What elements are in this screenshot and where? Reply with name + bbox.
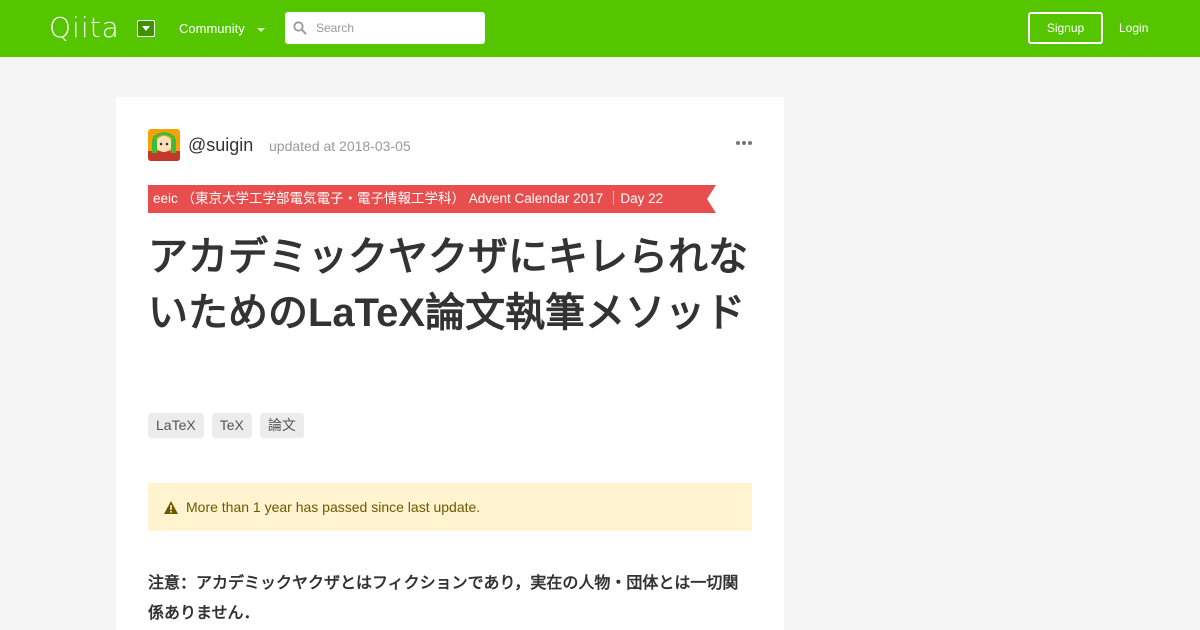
qiita-logo[interactable]: Qiita [49,12,120,44]
outdated-notice: More than 1 year has passed since last u… [148,483,752,531]
tag-ronbun[interactable]: 論文 [259,413,304,438]
warning-icon [164,500,178,514]
tag-tex[interactable]: TeX [211,413,252,438]
ribbon-tail [702,185,716,213]
advent-calendar-ribbon[interactable]: eeic （東京大学工学部電気電子・電子情報工学科） Advent Calend… [148,185,716,213]
tag-list: LaTeX TeX 論文 [148,413,304,438]
community-label: Community [179,21,245,36]
article-title: アカデミックヤクザにキレられないためのLaTeX論文執筆メソッド [148,235,748,335]
logo-dropdown-button[interactable] [137,20,155,37]
login-link[interactable]: Login [1119,20,1148,36]
author-name[interactable]: @suigin [188,134,253,156]
community-menu[interactable]: Community [179,21,265,37]
chevron-down-icon [256,28,265,32]
search-icon [293,21,307,35]
avatar[interactable] [148,129,180,161]
article-card: @suigin updated at 2018-03-05 eeic （東京大学… [116,97,784,630]
top-header: Qiita Community Signup Login [0,0,1200,57]
search-input[interactable] [316,12,476,44]
article-body: 注意：アカデミックヤクザとはフィクションであり，実在の人物・団体とは一切関係あり… [148,575,739,622]
tag-latex[interactable]: LaTeX [148,413,204,438]
search-box[interactable] [285,12,485,44]
caret-down-icon [142,26,150,31]
signup-button[interactable]: Signup [1028,12,1103,44]
updated-date: updated at 2018-03-05 [269,138,411,154]
notice-text: More than 1 year has passed since last u… [186,499,481,515]
more-options-icon[interactable] [736,141,752,145]
